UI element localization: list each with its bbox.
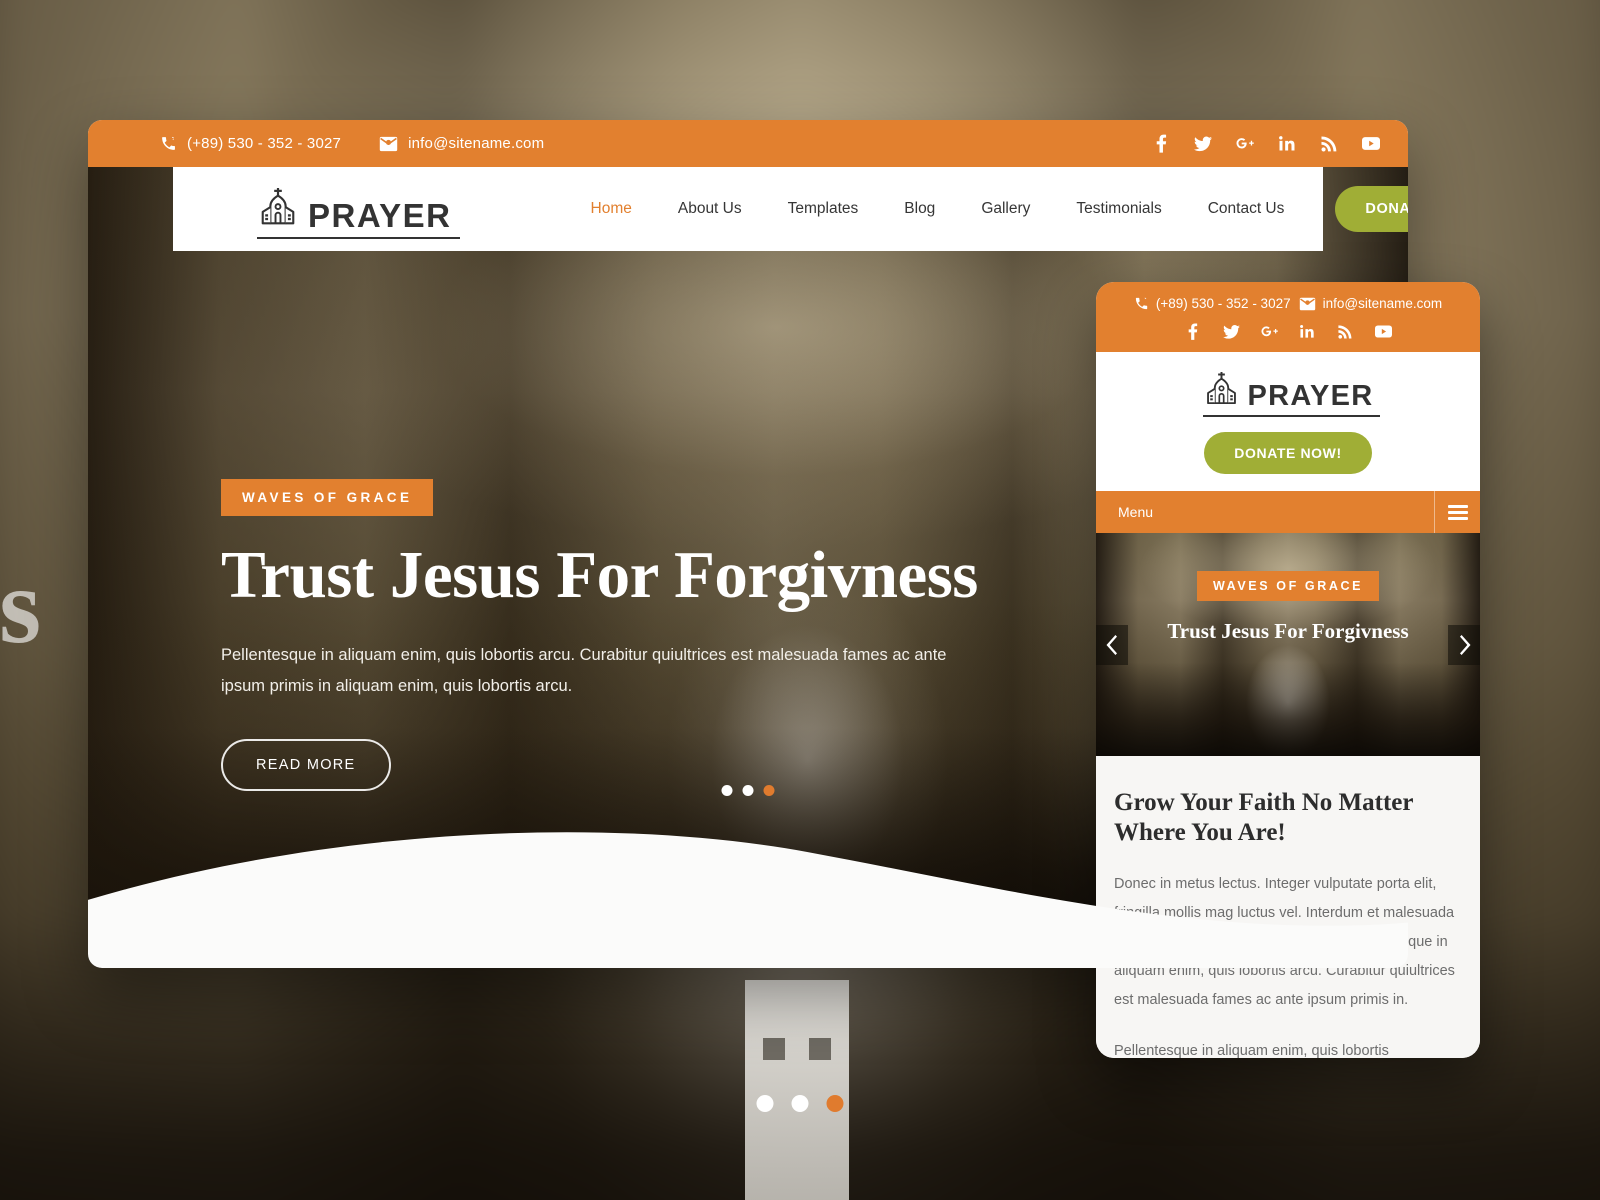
nav-item-contact-us[interactable]: Contact Us: [1185, 200, 1308, 218]
mobile-hero-content: WAVES OF GRACE Trust Jesus For Forgivnes…: [1096, 571, 1480, 644]
donate-now-button[interactable]: DONATE NOW!: [1335, 186, 1408, 232]
twitter-icon[interactable]: [1222, 323, 1240, 340]
facebook-icon[interactable]: [1152, 134, 1170, 153]
envelope-icon: [379, 136, 398, 152]
rss-icon[interactable]: [1320, 135, 1338, 153]
mobile-email-address: info@sitename.com: [1322, 296, 1443, 311]
mobile-logo-bar: PRAYER DONATE NOW!: [1096, 352, 1480, 491]
site-logo[interactable]: PRAYER: [257, 186, 460, 239]
phone-number: (+89) 530 - 352 - 3027: [187, 135, 342, 152]
mobile-menu-label: Menu: [1118, 504, 1154, 520]
nav-item-gallery[interactable]: Gallery: [958, 200, 1053, 218]
mobile-hero-badge: WAVES OF GRACE: [1196, 571, 1380, 601]
email-address: info@sitename.com: [408, 135, 545, 152]
envelope-icon: [1299, 297, 1316, 311]
nav-item-home[interactable]: Home: [568, 200, 655, 218]
hero-paragraph: Pellentesque in aliquam enim, quis lobor…: [221, 646, 947, 695]
phone-contact[interactable]: (+89) 530 - 352 - 3027: [160, 135, 341, 152]
logo-underline: [257, 237, 460, 239]
youtube-icon[interactable]: [1362, 135, 1380, 153]
mobile-site-logo[interactable]: PRAYER: [1202, 370, 1380, 417]
nav-item-templates[interactable]: Templates: [765, 200, 882, 218]
nav-item-testimonials[interactable]: Testimonials: [1053, 200, 1184, 218]
slider-dot-1[interactable]: [721, 785, 733, 796]
twitter-icon[interactable]: [1194, 135, 1212, 153]
mobile-phone-contact[interactable]: (+89) 530 - 352 - 3027: [1134, 296, 1291, 311]
mobile-phone-number: (+89) 530 - 352 - 3027: [1155, 296, 1291, 311]
nav-item-about-us[interactable]: About Us: [655, 200, 765, 218]
rss-icon[interactable]: [1337, 323, 1354, 340]
mobile-top-contact-bar: (+89) 530 - 352 - 3027 info@sitename.com: [1096, 282, 1480, 352]
chevron-left-icon[interactable]: [1096, 624, 1128, 665]
mobile-email-contact[interactable]: info@sitename.com: [1299, 296, 1443, 311]
google-plus-icon[interactable]: [1236, 135, 1254, 153]
nav-item-blog[interactable]: Blog: [881, 200, 958, 218]
phone-icon: [160, 135, 177, 152]
hero-title: Trust Jesus For Forgivness: [221, 538, 978, 612]
background-doorway: [745, 980, 849, 1200]
desktop-navbar: PRAYER Home About Us Templates Blog Gall…: [173, 167, 1408, 251]
hero-content: WAVES OF GRACE Trust Jesus For Forgivnes…: [221, 479, 981, 792]
slider-dot-2[interactable]: [742, 785, 754, 796]
facebook-icon[interactable]: [1185, 323, 1202, 340]
mobile-logo-wordmark: PRAYER: [1247, 380, 1374, 412]
google-plus-icon[interactable]: [1260, 323, 1278, 340]
main-navigation: Home About Us Templates Blog Gallery Tes…: [568, 186, 1408, 232]
church-icon: [1203, 370, 1240, 411]
logo-wordmark: PRAYER: [308, 197, 452, 234]
mobile-donate-now-button[interactable]: DONATE NOW!: [1204, 432, 1372, 474]
hamburger-icon[interactable]: [1434, 491, 1480, 533]
church-icon: [257, 186, 299, 232]
background-slider-dots: [756, 1095, 844, 1112]
hero-slider-dots[interactable]: [721, 785, 775, 796]
mobile-social-links: [1096, 323, 1480, 340]
mobile-menu-bar[interactable]: Menu: [1096, 491, 1480, 533]
desktop-top-contact-bar: (+89) 530 - 352 - 3027 info@sitename.com: [88, 120, 1408, 167]
email-contact[interactable]: info@sitename.com: [379, 135, 544, 152]
linkedin-icon[interactable]: [1299, 323, 1316, 340]
mobile-section-paragraph-2: Pellentesque in aliquam enim, quis lobor…: [1114, 1043, 1389, 1058]
youtube-icon[interactable]: [1374, 323, 1392, 340]
phone-icon: [1134, 296, 1149, 311]
social-links: [1152, 134, 1380, 153]
mobile-hero-title: Trust Jesus For Forgivness: [1167, 619, 1409, 643]
slider-dot-3-active[interactable]: [763, 785, 775, 796]
linkedin-icon[interactable]: [1278, 135, 1296, 153]
mobile-contact-row: (+89) 530 - 352 - 3027 info@sitename.com: [1096, 296, 1480, 311]
mobile-hero-background-image: [1096, 533, 1480, 756]
background-ghost-heading: us: [0, 547, 41, 666]
chevron-right-icon[interactable]: [1448, 624, 1480, 665]
hero-wave-divider: [88, 812, 1408, 968]
mobile-hero-section: WAVES OF GRACE Trust Jesus For Forgivnes…: [1096, 533, 1480, 756]
read-more-button[interactable]: READ MORE: [221, 739, 391, 792]
hero-badge: WAVES OF GRACE: [221, 479, 434, 516]
mobile-logo-underline: [1202, 415, 1380, 417]
